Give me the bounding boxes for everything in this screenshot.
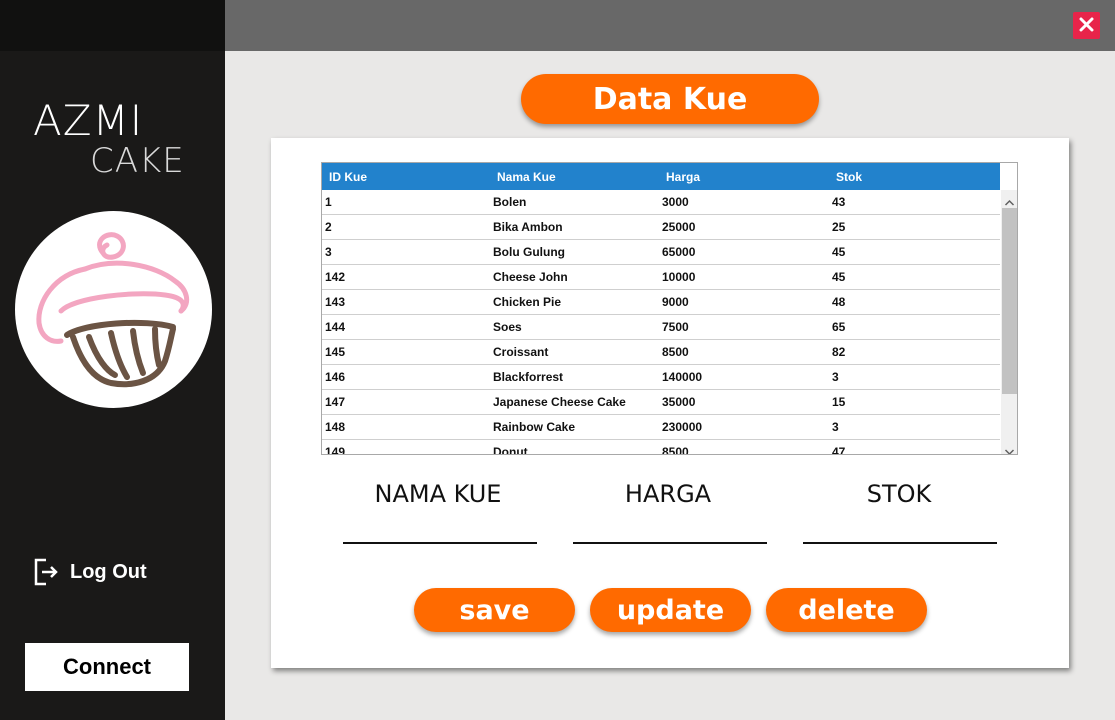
cell-nama: Cheese John [493, 270, 568, 284]
cell-id: 142 [325, 270, 346, 284]
column-header-harga[interactable]: Harga [666, 170, 700, 184]
cell-harga: 8500 [662, 345, 689, 359]
sidebar-header [0, 0, 225, 51]
brand-name: AZMI [33, 96, 144, 145]
cell-stok: 47 [832, 445, 846, 455]
cell-stok: 25 [832, 220, 846, 234]
close-icon [1079, 17, 1094, 35]
cell-stok: 3 [832, 420, 839, 434]
cell-harga: 35000 [662, 395, 696, 409]
cell-id: 2 [325, 220, 332, 234]
table-row[interactable]: 3 Bolu Gulung 65000 45 [322, 240, 1000, 265]
cell-id: 1 [325, 195, 332, 209]
cell-id: 147 [325, 395, 346, 409]
cell-harga: 3000 [662, 195, 689, 209]
connect-button[interactable]: Connect [25, 643, 189, 691]
cell-harga: 8500 [662, 445, 689, 455]
stok-label: STOK [866, 480, 932, 508]
table-row[interactable]: 149 Donut 8500 47 [322, 440, 1000, 455]
table-row[interactable]: 2 Bika Ambon 25000 25 [322, 215, 1000, 240]
logout-button[interactable]: Log Out [32, 556, 147, 588]
scrollbar-thumb[interactable] [1002, 208, 1017, 394]
table-scrollbar[interactable] [1001, 190, 1017, 454]
cell-nama: Bika Ambon [493, 220, 563, 234]
cell-id: 3 [325, 245, 332, 259]
nama-kue-input[interactable] [343, 512, 537, 544]
column-header-id[interactable]: ID Kue [329, 170, 367, 184]
cell-nama: Bolen [493, 195, 527, 209]
sidebar: AZMI CAKE Log Out Connect [0, 0, 225, 720]
brand-subname: CAKE [90, 141, 185, 181]
harga-label: HARGA [624, 480, 712, 508]
chevron-up-icon[interactable] [1004, 193, 1015, 206]
cell-nama: Blackforrest [493, 370, 564, 384]
logout-label: Log Out [70, 560, 147, 583]
table-row[interactable]: 144 Soes 7500 65 [322, 315, 1000, 340]
cell-stok: 65 [832, 320, 846, 334]
cupcake-logo-icon [15, 211, 212, 408]
table-row[interactable]: 145 Croissant 8500 82 [322, 340, 1000, 365]
cell-harga: 25000 [662, 220, 696, 234]
cell-stok: 3 [832, 370, 839, 384]
page-title: Data Kue [521, 74, 819, 124]
cell-id: 144 [325, 320, 346, 334]
top-bar [225, 0, 1115, 51]
harga-input[interactable] [573, 512, 767, 544]
cell-harga: 9000 [662, 295, 689, 309]
cell-nama: Soes [493, 320, 522, 334]
table-header: ID Kue Nama Kue Harga Stok [322, 163, 1000, 190]
table-body: 1 Bolen 3000 43 2 Bika Ambon 25000 25 3 Bolu Gu… [322, 190, 1000, 455]
update-button[interactable]: update [590, 588, 751, 632]
cell-nama: Croissant [493, 345, 549, 359]
cell-harga: 7500 [662, 320, 689, 334]
table-row[interactable]: 143 Chicken Pie 9000 48 [322, 290, 1000, 315]
cell-nama: Chicken Pie [493, 295, 562, 309]
cell-stok: 15 [832, 395, 846, 409]
table-row[interactable]: 1 Bolen 3000 43 [322, 190, 1000, 215]
cell-harga: 140000 [662, 370, 703, 384]
cell-harga: 230000 [662, 420, 703, 434]
cell-nama: Donut [493, 445, 528, 455]
cell-nama: Rainbow Cake [493, 420, 576, 434]
cell-stok: 82 [832, 345, 846, 359]
cell-stok: 45 [832, 270, 846, 284]
delete-button[interactable]: delete [766, 588, 927, 632]
table-row[interactable]: 147 Japanese Cheese Cake 35000 15 [322, 390, 1000, 415]
cell-harga: 10000 [662, 270, 696, 284]
cell-stok: 43 [832, 195, 846, 209]
save-button[interactable]: save [414, 588, 575, 632]
cell-id: 149 [325, 445, 346, 455]
cell-id: 148 [325, 420, 346, 434]
nama-kue-label: NAMA KUE [374, 480, 502, 508]
table-row[interactable]: 146 Blackforrest 140000 3 [322, 365, 1000, 390]
cell-stok: 45 [832, 245, 846, 259]
stok-input[interactable] [803, 512, 997, 544]
table-row[interactable]: 148 Rainbow Cake 230000 3 [322, 415, 1000, 440]
data-table[interactable]: ID Kue Nama Kue Harga Stok 1 Bolen 3000 43 … [321, 162, 1018, 455]
chevron-down-icon[interactable] [1004, 442, 1015, 454]
cell-nama: Bolu Gulung [493, 245, 565, 259]
close-button[interactable] [1073, 12, 1100, 39]
cell-id: 146 [325, 370, 346, 384]
cell-harga: 65000 [662, 245, 696, 259]
cell-stok: 48 [832, 295, 846, 309]
logout-icon [32, 556, 60, 588]
column-header-stok[interactable]: Stok [836, 170, 862, 184]
column-header-nama[interactable]: Nama Kue [497, 170, 556, 184]
table-row[interactable]: 142 Cheese John 10000 45 [322, 265, 1000, 290]
cell-nama: Japanese Cheese Cake [493, 395, 626, 409]
cell-id: 145 [325, 345, 346, 359]
cell-id: 143 [325, 295, 346, 309]
